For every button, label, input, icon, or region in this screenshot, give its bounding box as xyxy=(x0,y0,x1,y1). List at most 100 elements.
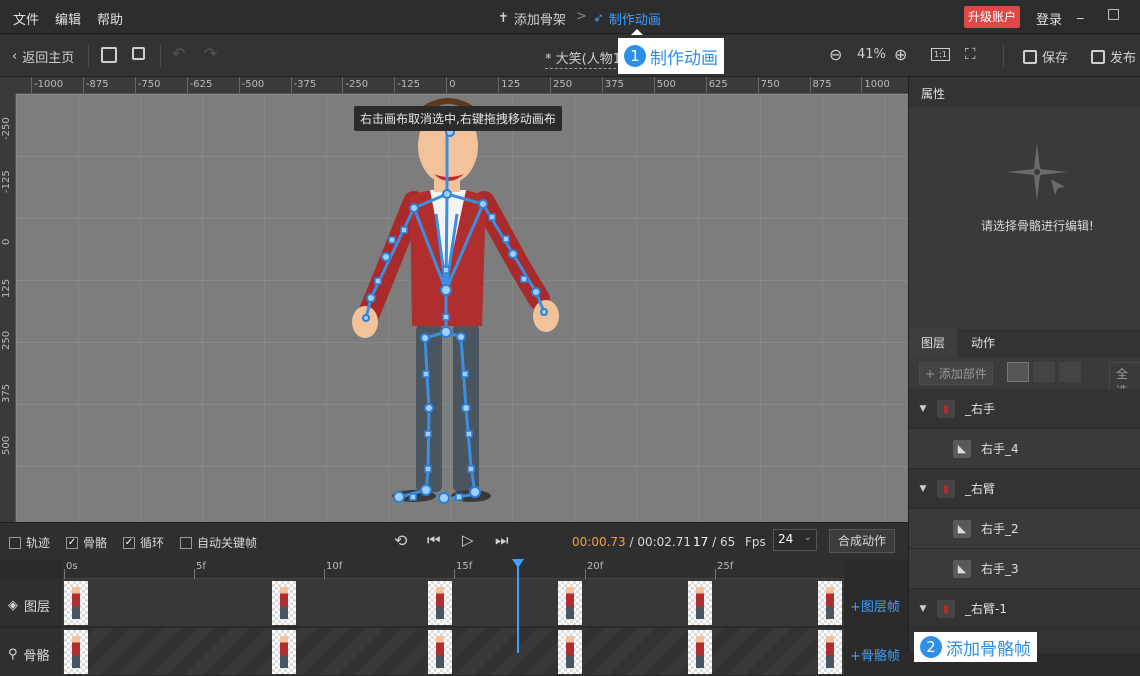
bones-checkbox[interactable]: ✓ 骨骼 xyxy=(66,534,107,551)
reset-button[interactable]: ⟲ xyxy=(394,531,407,550)
keyframe[interactable] xyxy=(818,630,842,674)
zoom-out-button[interactable]: ⊖ xyxy=(829,45,842,64)
track-label-bones: ⚲ 骨骼 xyxy=(8,645,50,664)
undo-button[interactable]: ↶ xyxy=(172,44,185,63)
caret-down-icon[interactable]: ▼ xyxy=(909,484,937,494)
add-layer-frame-button[interactable]: +图层帧 xyxy=(850,596,900,615)
layer-row[interactable]: ◣ 右手_3 xyxy=(909,549,1140,589)
layer-row[interactable]: ◣ 右手_4 xyxy=(909,429,1140,469)
properties-panel: 属性 请选择骨骼进行编辑! xyxy=(908,77,1140,329)
fps-select[interactable]: 24 ⌄ xyxy=(773,529,817,551)
save-button[interactable]: 保存 xyxy=(1023,47,1068,66)
compose-action-button[interactable]: 合成动作 xyxy=(829,529,896,553)
keyframe[interactable] xyxy=(818,581,842,625)
ruler-label: -1000 xyxy=(34,79,64,90)
copy-icon xyxy=(132,47,145,60)
timeline: 0s 5f 10f 15f 20f 25f ◈ 图层 +图层帧 ⚲ 骨骼 +骨骼帧 xyxy=(0,559,908,676)
checkmark-icon: ✓ xyxy=(123,536,135,549)
step-make-animation-label: 制作动画 xyxy=(608,13,661,28)
copy-button[interactable] xyxy=(132,47,145,60)
track-label-bones-text: 骨骼 xyxy=(23,649,50,664)
caret-down-icon[interactable]: ▼ xyxy=(909,404,937,414)
delete-button[interactable] xyxy=(1059,362,1081,382)
document-title[interactable]: * 大笑(人物1) xyxy=(545,48,627,69)
skeleton-icon: ✝ xyxy=(498,11,509,26)
character-figure[interactable] xyxy=(16,94,908,522)
ruler-label: -500 xyxy=(241,79,265,90)
timeline-tick xyxy=(324,569,325,579)
auto-keyframe-checkbox[interactable]: 自动关键帧 xyxy=(180,534,257,551)
tab-actions[interactable]: 动作 xyxy=(959,329,1007,357)
step-make-animation[interactable]: ➶ 制作动画 xyxy=(593,9,661,28)
add-part-button[interactable]: + 添加部件 xyxy=(919,362,993,385)
upgrade-account-button[interactable]: 升级账户 xyxy=(964,6,1021,28)
frame-current: 17 xyxy=(693,535,709,549)
auto-keyframe-label: 自动关键帧 xyxy=(197,536,258,550)
timeline-tick-label: 0s xyxy=(66,561,78,572)
one-to-one-icon: 1:1 xyxy=(934,50,947,59)
maximize-button[interactable]: □ xyxy=(1107,6,1120,22)
keyframe[interactable] xyxy=(688,630,712,674)
keyframe[interactable] xyxy=(272,630,296,674)
duplicate-button[interactable] xyxy=(1033,362,1055,382)
keyframe-figure xyxy=(436,636,444,668)
layer-name: _右臂 xyxy=(965,482,996,496)
layer-row[interactable]: ▼ ▮ _右臂-1 xyxy=(909,589,1140,629)
ruler-label: 0 xyxy=(449,79,456,90)
playhead-handle[interactable] xyxy=(512,559,524,568)
loop-checkbox[interactable]: ✓ 循环 xyxy=(123,534,164,551)
back-home-button[interactable]: ‹ 返回主页 xyxy=(12,47,74,66)
frame-total: / 65 xyxy=(708,535,736,549)
caret-down-icon[interactable]: ▼ xyxy=(909,604,937,614)
login-button[interactable]: 登录 xyxy=(1036,9,1062,28)
menu-file[interactable]: 文件 xyxy=(13,9,39,28)
bones-label: 骨骼 xyxy=(83,536,108,550)
new-file-button[interactable] xyxy=(101,47,117,63)
ruler-label: 625 xyxy=(708,79,728,90)
ruler-label: 375 xyxy=(1,383,12,403)
ruler-label: -750 xyxy=(137,79,161,90)
trail-checkbox[interactable]: 轨迹 xyxy=(9,534,50,551)
play-icon: ▷ xyxy=(462,531,474,549)
playhead[interactable] xyxy=(517,559,519,653)
keyframe[interactable] xyxy=(428,630,452,674)
time-separator: / xyxy=(625,535,638,549)
minus-circle-icon: ⊖ xyxy=(829,45,843,64)
step-add-skeleton[interactable]: ✝ 添加骨架 xyxy=(498,9,566,28)
add-bone-frame-button[interactable]: +骨骼帧 xyxy=(850,645,900,664)
timeline-ruler[interactable]: 0s 5f 10f 15f 20f 25f xyxy=(62,559,844,579)
play-button[interactable]: ▷ xyxy=(462,531,474,549)
time-total: 00:02.71 xyxy=(637,535,692,549)
fullscreen-icon: ⛶ xyxy=(965,45,976,63)
keyframe[interactable] xyxy=(64,581,88,625)
keyframe[interactable] xyxy=(688,581,712,625)
menu-edit[interactable]: 编辑 xyxy=(55,9,81,28)
layer-row[interactable]: ◣ 右手_2 xyxy=(909,509,1140,549)
keyframe[interactable] xyxy=(558,581,582,625)
keyframe[interactable] xyxy=(428,581,452,625)
tab-layers[interactable]: 图层 xyxy=(909,329,958,357)
keyframe[interactable] xyxy=(64,630,88,674)
ruler-tick xyxy=(861,77,863,93)
publish-button[interactable]: 发布 xyxy=(1091,47,1136,66)
animation-canvas[interactable]: 右击画布取消选中,右键拖拽移动画布 xyxy=(16,94,908,522)
menu-help[interactable]: 帮助 xyxy=(97,9,123,28)
layers-panel: 图层 动作 + 添加部件 全选 ▼▮_右手◣右手_4▼▮_右臂◣右手_2◣右手_… xyxy=(908,329,1140,653)
redo-button[interactable]: ↷ xyxy=(204,44,217,63)
layer-row[interactable]: ▼ ▮ _右臂 xyxy=(909,469,1140,509)
prev-frame-button[interactable]: ⏮ xyxy=(427,531,441,549)
fullscreen-button[interactable]: ⛶ xyxy=(965,45,976,63)
keyframe[interactable] xyxy=(558,630,582,674)
ruler-tick xyxy=(446,77,448,93)
layers-icon: ◈ xyxy=(8,598,18,613)
minimize-button[interactable]: _ xyxy=(1077,5,1084,20)
keyframe[interactable] xyxy=(272,581,296,625)
layer-row[interactable]: ▼ ▮ _右手 xyxy=(909,389,1140,429)
next-frame-button[interactable]: ⏭ xyxy=(495,531,509,549)
track-layers[interactable] xyxy=(62,579,844,627)
actual-size-button[interactable]: 1:1 xyxy=(931,48,950,61)
track-bones[interactable] xyxy=(62,628,844,676)
add-image-button[interactable] xyxy=(1007,362,1029,382)
zoom-in-button[interactable]: ⊕ xyxy=(894,45,907,64)
checkbox-box xyxy=(180,536,192,549)
